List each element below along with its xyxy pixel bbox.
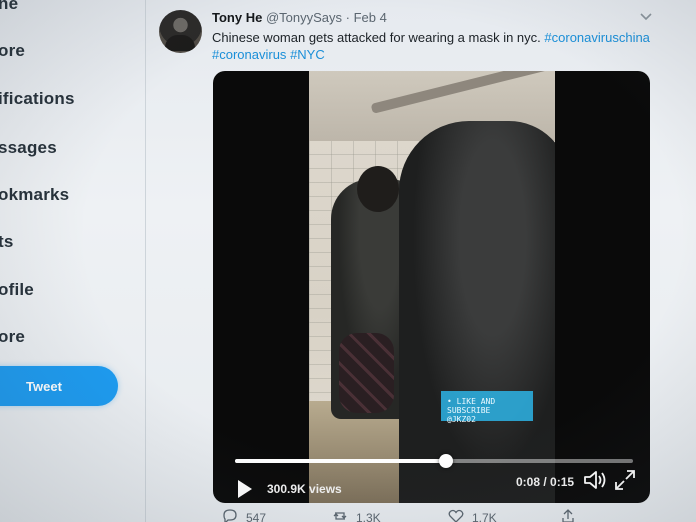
video-scene-person-head [357,166,399,212]
hashtag-link[interactable]: #NYC [290,47,325,62]
video-frame [309,71,555,503]
sidebar-item-notifications[interactable]: ifications [0,89,75,109]
sidebar-item-more[interactable]: ore [0,327,25,347]
view-count: 300.9K views [267,482,342,496]
video-time: 0:08 / 0:15 [516,475,575,489]
separator-dot: · [345,10,350,25]
heart-icon [448,508,464,522]
like-button[interactable]: 1.7K [448,508,497,522]
retweet-button[interactable]: 1.3K [332,508,381,522]
reply-icon [222,508,238,522]
hashtag-link[interactable]: #coronaviruschina [544,30,650,45]
play-icon[interactable] [236,479,254,499]
retweet-count: 1.3K [356,510,381,522]
avatar[interactable] [159,10,202,53]
retweet-icon [332,508,348,522]
share-button[interactable] [560,508,576,522]
tweet-header: Tony He @TonyySays · Feb 4 [212,10,387,25]
video-watermark: • LIKE AND SUBSCRIBE @JKZ02 [441,391,533,424]
sidebar-item-explore[interactable]: ore [0,41,25,61]
video-player[interactable]: • LIKE AND SUBSCRIBE @JKZ02 [213,71,650,503]
video-scrub-handle[interactable] [438,454,453,468]
hashtag-link[interactable]: #coronavirus [212,47,286,62]
volume-icon[interactable] [583,469,607,491]
video-progress-fill [235,459,446,463]
sidebar-item-home[interactable]: ne [0,0,18,14]
share-icon [560,508,576,522]
tweet-body: Chinese woman gets attacked for wearing … [212,30,541,45]
like-count: 1.7K [472,510,497,522]
fullscreen-icon[interactable] [614,469,636,491]
author-handle[interactable]: @TonyySays [266,10,342,25]
reply-count: 547 [246,510,267,522]
tweet-text: Chinese woman gets attacked for wearing … [212,29,662,63]
video-scene-person [399,121,555,503]
sidebar-item-bookmarks[interactable]: okmarks [0,185,69,205]
column-divider [145,0,146,522]
sidebar-item-messages[interactable]: ssages [0,138,57,158]
video-scene-bag [339,333,394,413]
reply-button[interactable]: 547 [222,508,266,522]
tweet-date[interactable]: Feb 4 [354,10,387,25]
tweet-button[interactable]: Tweet [0,366,118,406]
sidebar-item-profile[interactable]: ofile [0,280,34,300]
author-name[interactable]: Tony He [212,10,262,25]
video-watermark-text: • LIKE AND SUBSCRIBE @JKZ02 [447,397,496,424]
chevron-down-icon[interactable] [640,10,652,24]
sidebar-nav: ne ore ifications ssages okmarks ts ofil… [0,0,150,522]
tweet-actions: 547 1.3K 1.7K [222,508,602,522]
sidebar-item-lists[interactable]: ts [0,232,14,252]
video-progress-bar[interactable] [235,454,633,468]
